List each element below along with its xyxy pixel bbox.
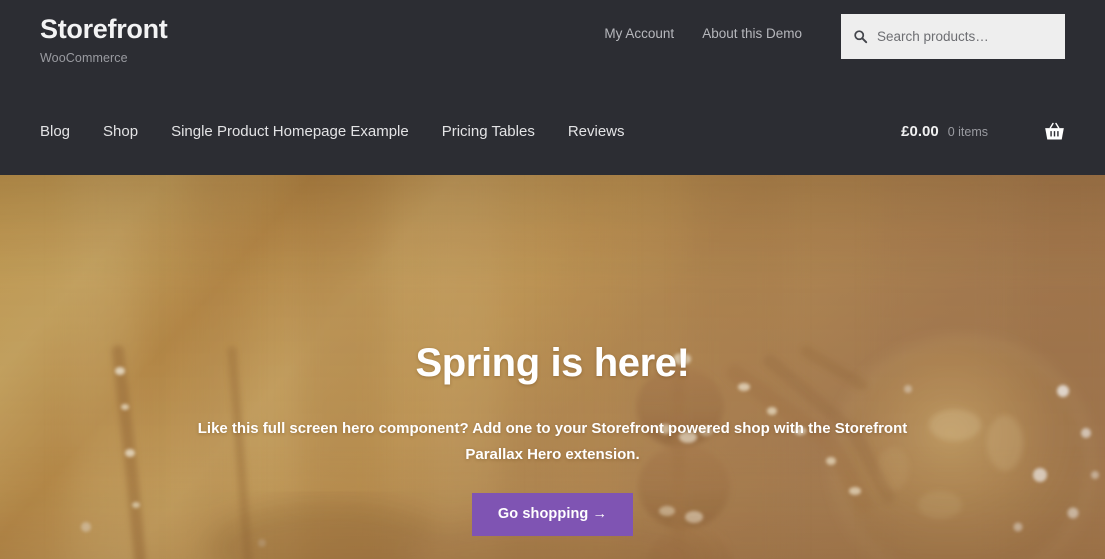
search-input[interactable]	[877, 29, 1053, 44]
nav-item-single-product-homepage-example[interactable]: Single Product Homepage Example	[171, 123, 409, 140]
nav-item-reviews[interactable]: Reviews	[568, 123, 625, 140]
secondary-nav-item-about-this-demo[interactable]: About this Demo	[702, 26, 802, 41]
hero-description: Like this full screen hero component? Ad…	[197, 420, 908, 463]
site-header: Storefront WooCommerce My Account About …	[0, 0, 1105, 175]
hero-title: Spring is here!	[415, 341, 690, 385]
storefront-demo-page: Storefront WooCommerce My Account About …	[0, 0, 1105, 559]
secondary-navigation: My Account About this Demo	[604, 26, 802, 41]
nav-item-blog[interactable]: Blog	[40, 123, 70, 140]
go-shopping-button[interactable]: Go shopping →	[471, 492, 634, 536]
hero-section: Spring is here! Like this full screen he…	[0, 175, 1105, 559]
secondary-nav-item-my-account[interactable]: My Account	[604, 26, 674, 41]
cart-total-amount: £0.00	[901, 123, 939, 140]
site-title[interactable]: Storefront	[40, 14, 168, 45]
hero-content: Spring is here! Like this full screen he…	[0, 175, 1105, 559]
main-navigation-row: Blog Shop Single Product Homepage Exampl…	[40, 88, 1065, 175]
cart-area: £0.00 0 items	[901, 88, 1065, 175]
cart-contents-link[interactable]: £0.00 0 items	[901, 123, 988, 140]
site-branding[interactable]: Storefront WooCommerce	[40, 14, 168, 65]
site-description: WooCommerce	[40, 51, 128, 66]
nav-item-shop[interactable]: Shop	[103, 123, 138, 140]
header-top-row: Storefront WooCommerce My Account About …	[40, 0, 1065, 88]
nav-item-pricing-tables[interactable]: Pricing Tables	[442, 123, 535, 140]
search-icon	[854, 30, 868, 44]
main-navigation: Blog Shop Single Product Homepage Exampl…	[40, 123, 625, 140]
shopping-basket-icon[interactable]	[1044, 122, 1065, 141]
cart-item-count: 0 items	[947, 125, 988, 139]
product-search-form[interactable]	[841, 14, 1065, 59]
